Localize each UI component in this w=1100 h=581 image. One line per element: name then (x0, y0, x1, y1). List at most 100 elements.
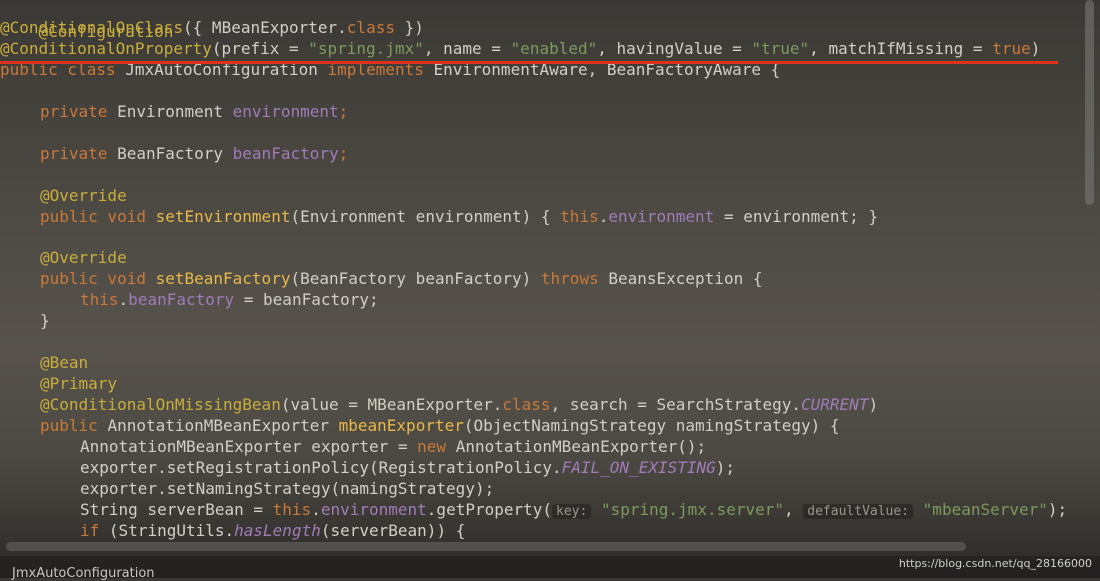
code-text: AnnotationMBeanExporter(); (455, 437, 707, 456)
keyword: this (80, 290, 119, 309)
keyword: public void (40, 207, 156, 226)
method-name: mbeanExporter (338, 416, 464, 435)
code-line-10: @Override (40, 185, 127, 206)
code-text: AnnotationMBeanExporter exporter = (80, 437, 418, 456)
annotation: @ConditionalOnMissingBean (40, 395, 281, 414)
keyword: true (992, 39, 1031, 58)
keyword: new (417, 437, 456, 456)
string-literal: "spring.jmx.server" (600, 500, 785, 519)
method-name: hasLength (234, 521, 321, 540)
keyword: throws (540, 269, 609, 288)
code-text: ) (1030, 39, 1041, 58)
code-text: = environment; } (714, 207, 879, 226)
code-text: , (784, 500, 804, 519)
code-text: . (118, 290, 129, 309)
code-text: (ObjectNamingStrategy namingStrategy) { (463, 416, 840, 435)
string-literal: "mbeanServer" (922, 500, 1048, 519)
code-text: , havingValue = (597, 39, 752, 58)
code-text: ); (1047, 500, 1068, 519)
code-text: , name = (423, 39, 511, 58)
code-text: String serverBean = (80, 500, 273, 519)
field-name: beanFactory (232, 144, 339, 163)
code-line-21: public AnnotationMBeanExporter mbeanExpo… (40, 415, 840, 436)
code-text: }) (394, 18, 424, 37)
watermark: https://blog.csdn.net/qq_28166000 (898, 557, 1092, 570)
field-name: environment (608, 207, 715, 226)
field-name: beanFactory (128, 290, 235, 309)
code-line-14: public void setBeanFactory(BeanFactory b… (40, 268, 762, 289)
method-name: setEnvironment (155, 207, 291, 226)
code-line-23: exporter.setRegistrationPolicy(Registrat… (80, 457, 735, 478)
field-name: environment (320, 500, 427, 519)
code-editor[interactable]: @Configuration @ConditionalOnClass({ MBe… (0, 0, 1080, 540)
code-text: = beanFactory; (234, 290, 379, 309)
code-text: . (598, 207, 609, 226)
code-text: (StringUtils. (108, 521, 235, 540)
keyword: class (346, 18, 395, 37)
code-text: (prefix = (211, 39, 309, 58)
code-text: .getProperty( (426, 500, 553, 519)
string-literal: "enabled" (510, 39, 598, 58)
code-line-11: public void setEnvironment(Environment e… (40, 206, 878, 227)
annotation: @Override (40, 186, 127, 205)
code-text: exporter.setNamingStrategy(namingStrateg… (80, 479, 495, 498)
code-line-22: AnnotationMBeanExporter exporter = new A… (80, 436, 706, 457)
annotation: @Bean (40, 353, 89, 372)
code-line-26: if (StringUtils.hasLength(serverBean)) { (80, 520, 465, 540)
constant: CURRENT (801, 395, 869, 414)
parameter-hint: key: (552, 504, 592, 519)
annotation: @ConditionalOnProperty (0, 39, 212, 58)
type-name: AnnotationMBeanExporter (107, 416, 339, 435)
highlight-underline (0, 61, 1058, 64)
string-literal: "spring.jmx" (308, 39, 424, 58)
code-line-3: @ConditionalOnProperty(prefix = "spring.… (0, 38, 1040, 59)
code-text: , matchIfMissing = (809, 39, 993, 58)
vertical-scrollbar-thumb[interactable] (1085, 0, 1094, 205)
code-text: (value = MBeanExporter. (280, 395, 503, 414)
code-text: ); (715, 458, 736, 477)
code-text: ) (868, 395, 879, 414)
code-text: BeansException { (608, 269, 763, 288)
annotation: @Primary (40, 374, 118, 393)
code-line-6: private Environment environment; (40, 101, 348, 122)
code-text: ; (338, 144, 349, 163)
code-text: } (40, 311, 50, 330)
vertical-scrollbar[interactable] (1080, 0, 1100, 540)
code-text: (Environment environment) { (290, 207, 561, 226)
type-name: Environment (117, 102, 233, 121)
code-text: (serverBean)) { (320, 521, 466, 540)
keyword: private (40, 144, 118, 163)
annotation: @Override (40, 248, 127, 267)
code-text: . (311, 500, 321, 519)
code-text: (BeanFactory beanFactory) (290, 269, 541, 288)
string-literal: "true" (751, 39, 810, 58)
code-line-19: @Primary (40, 373, 117, 394)
code-text: ({ MBeanExporter. (183, 18, 347, 37)
keyword: this (560, 207, 599, 226)
code-text: ; (338, 102, 349, 121)
keyword: private (40, 102, 118, 121)
constant: FAIL_ON_EXISTING (561, 458, 716, 477)
code-line-13: @Override (40, 247, 127, 268)
code-line-24: exporter.setNamingStrategy(namingStrateg… (80, 478, 494, 499)
keyword: public void (40, 269, 156, 288)
code-line-8: private BeanFactory beanFactory; (40, 143, 348, 164)
code-text: , search = SearchStrategy. (550, 395, 802, 414)
parameter-hint: defaultValue: (803, 504, 914, 519)
type-name: BeanFactory (117, 144, 233, 163)
annotation: @ConditionalOnClass (0, 18, 184, 37)
field-name: environment (232, 102, 339, 121)
code-line-15: this.beanFactory = beanFactory; (80, 289, 379, 310)
keyword: public (40, 416, 108, 435)
keyword: class (502, 395, 551, 414)
code-line-2: @ConditionalOnClass({ MBeanExporter.clas… (0, 17, 424, 38)
code-line-16: } (40, 310, 50, 331)
keyword: this (272, 500, 312, 519)
code-line-20: @ConditionalOnMissingBean(value = MBeanE… (40, 394, 878, 415)
code-line-18: @Bean (40, 352, 88, 373)
code-text: exporter.setRegistrationPolicy(Registrat… (80, 458, 562, 477)
breadcrumb[interactable]: JmxAutoConfiguration (12, 566, 155, 581)
horizontal-scrollbar[interactable] (6, 542, 966, 551)
code-line-25: String serverBean = this.environment.get… (80, 499, 1067, 520)
keyword: if (80, 521, 109, 540)
